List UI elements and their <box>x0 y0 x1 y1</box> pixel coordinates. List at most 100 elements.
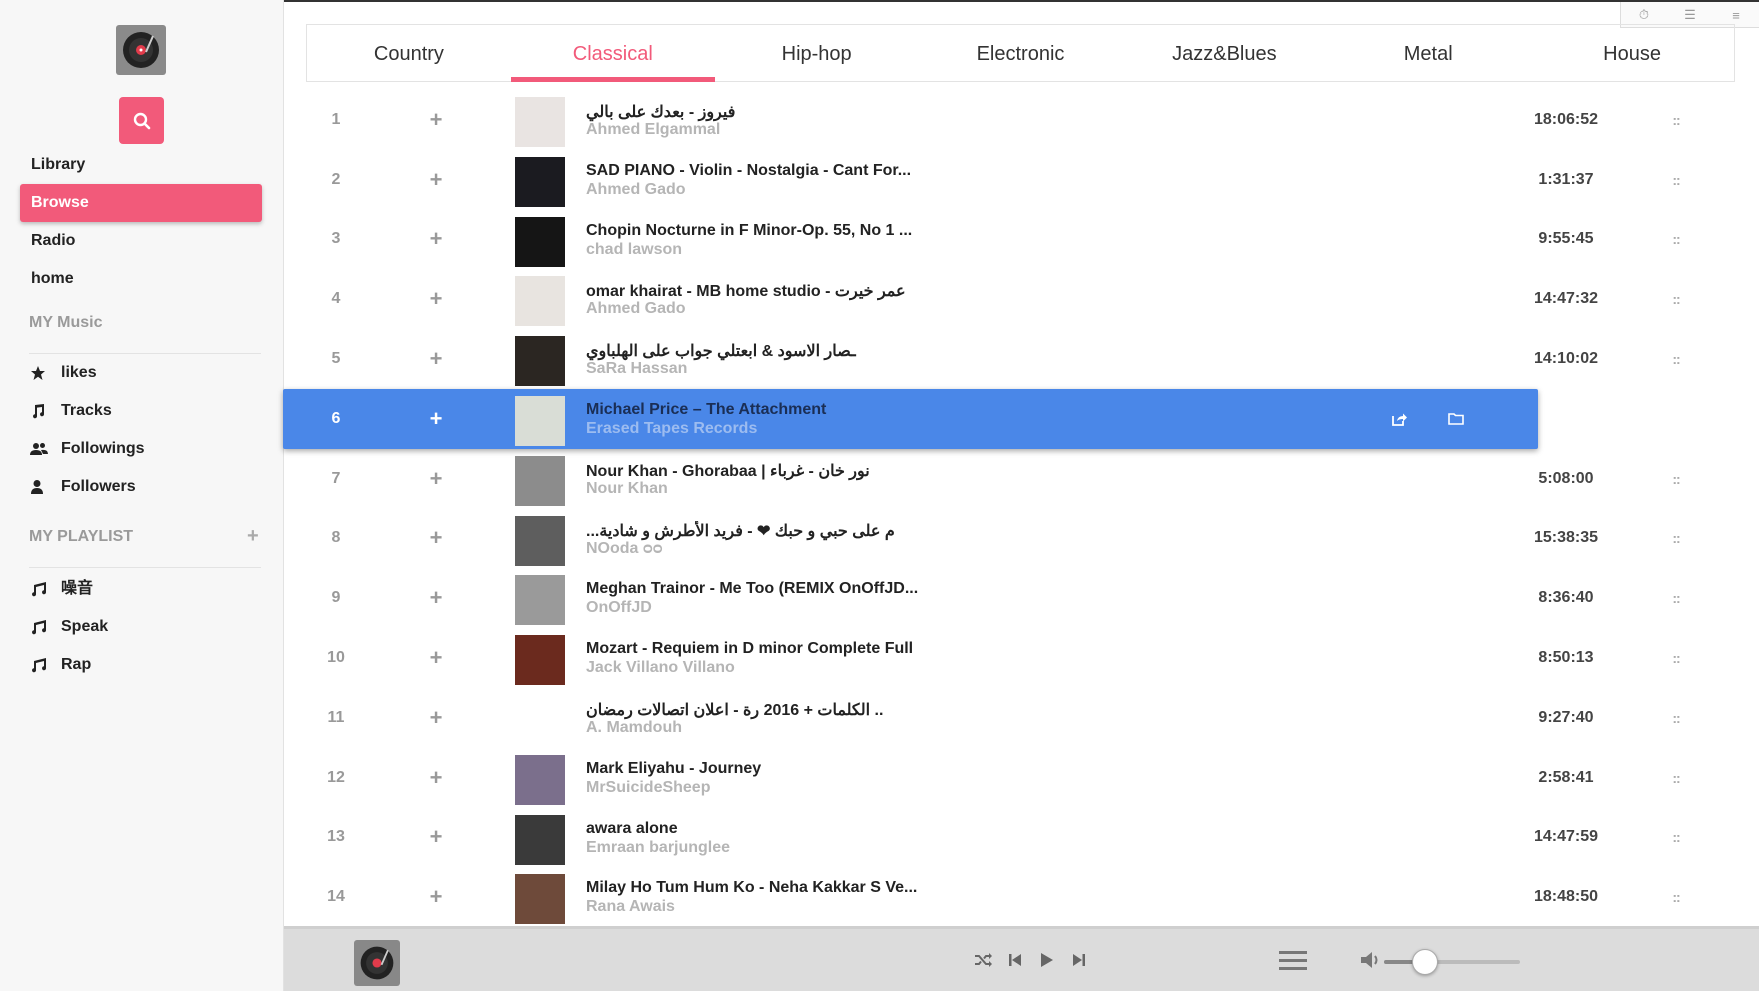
queue-icon[interactable] <box>1279 949 1307 978</box>
track-artist[interactable]: MrSuicideSheep <box>586 779 946 797</box>
track-cover[interactable] <box>515 754 565 805</box>
track-artist[interactable]: Emraan barjunglee <box>586 839 946 857</box>
add-to-playlist-button[interactable]: + <box>416 150 456 210</box>
track-row[interactable]: 3 + Chopin Nocturne in F Minor-Op. 55, N… <box>316 210 1726 270</box>
track-row[interactable]: 10 + Mozart - Requiem in D minor Complet… <box>316 628 1726 688</box>
tab-classical[interactable]: Classical <box>510 25 715 82</box>
track-artist[interactable]: OnOffJD <box>586 599 946 617</box>
tab-metal[interactable]: Metal <box>1326 25 1530 81</box>
add-to-playlist-button[interactable]: + <box>416 808 456 868</box>
sidebar-playlist-speak[interactable]: Speak <box>30 608 108 646</box>
nav-item-radio[interactable]: Radio <box>20 222 262 260</box>
track-artist[interactable]: Nour Khan <box>586 480 946 498</box>
tab-electronic[interactable]: Electronic <box>919 25 1123 81</box>
add-to-playlist-button[interactable]: + <box>416 329 456 389</box>
add-to-playlist-button[interactable]: + <box>416 688 456 748</box>
next-icon[interactable] <box>1068 949 1090 971</box>
add-to-playlist-button[interactable]: + <box>416 748 456 808</box>
track-row[interactable]: 12 + Mark Eliyahu - Journey MrSuicideShe… <box>316 748 1726 808</box>
track-cover[interactable] <box>515 276 565 327</box>
drag-handle-icon[interactable]: :: <box>1661 90 1691 150</box>
play-icon[interactable] <box>1036 949 1058 971</box>
track-row[interactable]: 1 + فيروز - بعدك على بالي Ahmed Elgammal… <box>316 90 1726 150</box>
track-artist[interactable]: Ahmed Gado <box>586 300 946 318</box>
sidebar-playlist-rap[interactable]: Rap <box>30 646 91 684</box>
sidebar-item-tracks[interactable]: Tracks <box>30 392 112 430</box>
tab-house[interactable]: House <box>1530 25 1734 81</box>
add-to-playlist-button[interactable]: + <box>416 210 456 270</box>
nav-item-library[interactable]: Library <box>20 146 262 184</box>
add-playlist-button[interactable]: + <box>247 525 259 548</box>
track-row[interactable]: 6 + Michael Price – The Attachment Erase… <box>283 388 1681 449</box>
track-cover[interactable] <box>515 694 565 745</box>
volume-icon[interactable] <box>1359 949 1381 976</box>
track-title[interactable]: Meghan Trainor - Me Too (REMIX OnOffJD..… <box>586 580 946 598</box>
track-title[interactable]: Milay Ho Tum Hum Ko - Neha Kakkar S Ve..… <box>586 879 946 897</box>
track-artist[interactable]: Ahmed Elgammal <box>586 121 946 139</box>
track-cover[interactable] <box>515 575 565 626</box>
now-playing-cover[interactable] <box>354 940 400 986</box>
sidebar-item-followings[interactable]: Followings <box>30 430 145 468</box>
track-artist[interactable]: Jack Villano Villano <box>586 659 946 677</box>
add-to-playlist-button[interactable]: + <box>416 449 456 509</box>
track-row[interactable]: 2 + SAD PIANO - Violin - Nostalgia - Can… <box>316 150 1726 210</box>
drag-handle-icon[interactable]: :: <box>1661 449 1691 509</box>
track-artist[interactable]: chad lawson <box>586 241 946 259</box>
track-cover[interactable] <box>515 515 565 566</box>
sidebar-item-followers[interactable]: Followers <box>30 468 136 506</box>
folder-icon[interactable] <box>1441 389 1471 449</box>
add-to-playlist-button[interactable]: + <box>416 628 456 688</box>
track-artist[interactable]: SaRa Hassan <box>586 360 946 378</box>
drag-handle-icon[interactable]: :: <box>1661 329 1691 389</box>
track-cover[interactable] <box>515 216 565 267</box>
track-cover[interactable] <box>515 874 565 925</box>
track-artist[interactable]: A. Mamdouh <box>586 719 946 737</box>
track-row[interactable]: 9 + Meghan Trainor - Me Too (REMIX OnOff… <box>316 568 1726 628</box>
drag-handle-icon[interactable]: :: <box>1661 867 1691 927</box>
track-title[interactable]: awara alone <box>586 820 946 838</box>
track-cover[interactable] <box>515 635 565 686</box>
track-row[interactable]: 11 + الكلمات + 2016 رة - اعلان اتصالات ر… <box>316 688 1726 748</box>
track-title[interactable]: Mark Eliyahu - Journey <box>586 760 946 778</box>
track-title[interactable]: omar khairat - MB home studio - عمر خيرت <box>586 281 946 301</box>
drag-handle-icon[interactable]: :: <box>1661 628 1691 688</box>
track-row[interactable]: 13 + awara alone Emraan barjunglee 14:47… <box>316 808 1726 868</box>
track-artist[interactable]: Erased Tapes Records <box>586 420 946 438</box>
drag-handle-icon[interactable]: :: <box>1661 269 1691 329</box>
sidebar-item-likes[interactable]: likes <box>30 354 97 392</box>
track-row[interactable]: 4 + omar khairat - MB home studio - عمر … <box>316 269 1726 329</box>
nav-item-browse[interactable]: Browse <box>20 184 262 222</box>
drag-handle-icon[interactable]: :: <box>1661 150 1691 210</box>
track-cover[interactable] <box>515 97 565 147</box>
drag-handle-icon[interactable]: :: <box>1661 808 1691 868</box>
track-title[interactable]: فيروز - بعدك على بالي <box>586 102 946 122</box>
drag-handle-icon[interactable]: :: <box>1661 509 1691 569</box>
add-to-playlist-button[interactable]: + <box>416 568 456 628</box>
track-title[interactable]: Michael Price – The Attachment <box>586 401 946 419</box>
track-cover[interactable] <box>515 336 565 387</box>
drag-handle-icon[interactable]: :: <box>1661 210 1691 270</box>
previous-icon[interactable] <box>1004 949 1026 971</box>
add-to-playlist-button[interactable]: + <box>416 389 456 449</box>
drag-handle-icon[interactable]: :: <box>1661 389 1691 449</box>
tab-country[interactable]: Country <box>307 25 511 81</box>
track-title[interactable]: Chopin Nocturne in F Minor-Op. 55, No 1 … <box>586 222 946 240</box>
drag-handle-icon[interactable]: :: <box>1661 688 1691 748</box>
track-title[interactable]: ...م على حبي و حبك ❤ - فريد الأطرش و شاد… <box>586 521 946 541</box>
track-row[interactable]: 8 + ...م على حبي و حبك ❤ - فريد الأطرش و… <box>316 509 1726 569</box>
track-artist[interactable]: Ahmed Gado <box>586 181 946 199</box>
search-button[interactable] <box>119 97 164 144</box>
tab-hip-hop[interactable]: Hip-hop <box>715 25 919 81</box>
tab-jazz-blues[interactable]: Jazz&Blues <box>1122 25 1326 81</box>
add-to-playlist-button[interactable]: + <box>416 90 456 150</box>
track-artist[interactable]: Rana Awais <box>586 898 946 916</box>
shuffle-icon[interactable] <box>972 949 994 971</box>
track-cover[interactable] <box>515 395 565 446</box>
add-to-playlist-button[interactable]: + <box>416 867 456 927</box>
track-title[interactable]: SAD PIANO - Violin - Nostalgia - Cant Fo… <box>586 162 946 180</box>
track-cover[interactable] <box>515 814 565 865</box>
track-cover[interactable] <box>515 455 565 506</box>
track-row[interactable]: 14 + Milay Ho Tum Hum Ko - Neha Kakkar S… <box>316 867 1726 927</box>
track-title[interactable]: ـصار الاسود & ابعتلي جواب على الهلباوي <box>586 341 946 361</box>
track-title[interactable]: الكلمات + 2016 رة - اعلان اتصالات رمضان … <box>586 700 946 720</box>
